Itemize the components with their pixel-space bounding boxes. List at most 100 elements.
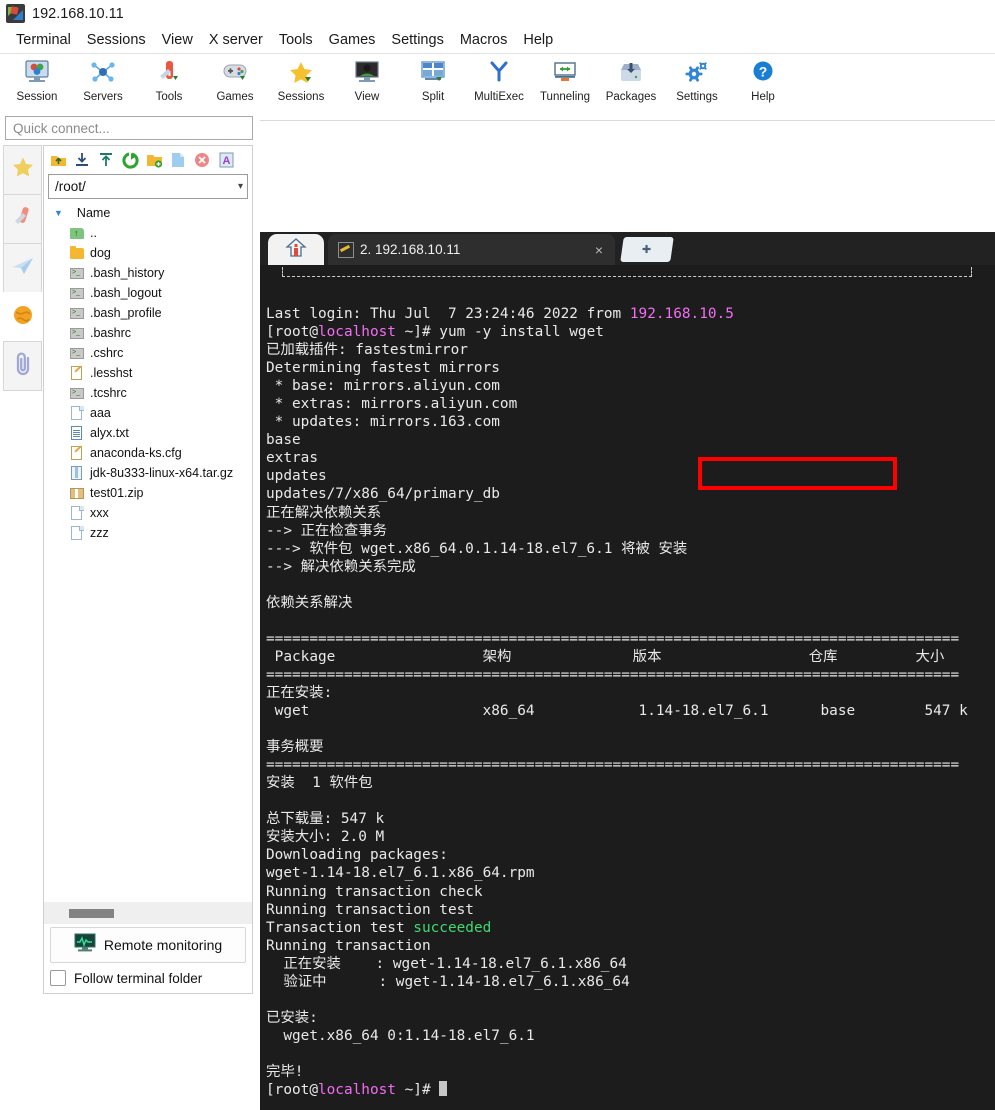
toolbar-sessions-button[interactable]: Sessions — [268, 58, 334, 103]
follow-terminal-folder-row[interactable]: Follow terminal folder — [44, 963, 252, 993]
toolbar-tools-button[interactable]: Tools — [136, 58, 202, 103]
help-icon: ? — [746, 58, 780, 88]
toolbar-multiexec-button[interactable]: MultiExec — [466, 58, 532, 103]
menu-view[interactable]: View — [154, 32, 201, 48]
toolbar-help-label: Help — [751, 91, 775, 103]
menu-sessions[interactable]: Sessions — [79, 32, 154, 48]
terminal-cursor — [439, 1081, 448, 1097]
file-row[interactable]: >_ .bash_logout — [44, 283, 252, 303]
new-file-icon[interactable] — [167, 149, 189, 171]
terminal-line: 总下载量: 547 k — [266, 810, 995, 828]
file-row[interactable]: >_ .bashrc — [44, 323, 252, 343]
side-tab-macros[interactable] — [3, 243, 42, 293]
terminal-line: Running transaction check — [266, 883, 995, 901]
menu-games[interactable]: Games — [321, 32, 384, 48]
file-row[interactable]: test01.zip — [44, 483, 252, 503]
side-tab-sessions[interactable] — [3, 145, 42, 195]
remote-monitoring-button[interactable]: Remote monitoring — [50, 927, 246, 963]
toolbar-view-button[interactable]: View — [334, 58, 400, 103]
file-row[interactable]: dog — [44, 243, 252, 263]
terminal-line: * base: mirrors.aliyun.com — [266, 377, 995, 395]
sort-arrow-icon: ▼ — [54, 208, 63, 218]
file-icon-up: ↑ — [70, 226, 85, 240]
chevron-down-icon[interactable]: ▾ — [238, 181, 243, 192]
terminal-line: wget.x86_64 0:1.14-18.el7_6.1 — [266, 1027, 995, 1045]
file-row[interactable]: jdk-8u333-linux-x64.tar.gz — [44, 463, 252, 483]
file-icon-folder — [70, 246, 85, 260]
download-icon[interactable] — [71, 149, 93, 171]
file-row[interactable]: >_ .bash_history — [44, 263, 252, 283]
terminal-line: --> 解决依赖关系完成 — [266, 558, 995, 576]
path-dropdown[interactable]: /root/ ▾ — [48, 174, 248, 199]
file-row[interactable]: alyx.txt — [44, 423, 252, 443]
file-row[interactable]: aaa — [44, 403, 252, 423]
tab-session-192-168-10-11[interactable]: 2. 192.168.10.11 × — [328, 234, 615, 265]
terminal-line: * extras: mirrors.aliyun.com — [266, 395, 995, 413]
terminal-text: 事务概要 — [266, 739, 324, 756]
follow-terminal-folder-checkbox[interactable] — [50, 970, 66, 986]
close-icon[interactable]: × — [595, 242, 603, 258]
file-name: .bashrc — [90, 326, 131, 340]
menu-terminal[interactable]: Terminal — [8, 32, 79, 48]
menu-settings[interactable]: Settings — [383, 32, 451, 48]
toolbar-session-label: Session — [16, 91, 58, 103]
terminal-text: [root@ — [266, 324, 318, 341]
file-row[interactable]: ↑.. — [44, 223, 252, 243]
file-name: test01.zip — [90, 486, 144, 500]
multiexec-icon — [482, 58, 516, 88]
file-list[interactable]: ▼ Name ↑.. dog >_ .bash_history >_ .bash_logo… — [44, 202, 252, 902]
menu-x-server[interactable]: X server — [201, 32, 271, 48]
left-pane: Quick connect... A /root/ ▾ ▼ Name ↑ .. … — [0, 116, 260, 994]
terminal-text: 已加载插件: fastestmirror — [266, 342, 468, 359]
file-row[interactable]: >_ .tcshrc — [44, 383, 252, 403]
tab-label: 2. 192.168.10.11 — [360, 242, 461, 257]
delete-icon[interactable] — [191, 149, 213, 171]
quick-connect-input[interactable]: Quick connect... — [5, 116, 253, 140]
toolbar-servers-button[interactable]: Servers — [70, 58, 136, 103]
file-row[interactable]: anaconda-ks.cfg — [44, 443, 252, 463]
terminal-text: 安装 1 软件包 — [266, 775, 373, 792]
toolbar-split-button[interactable]: Split — [400, 58, 466, 103]
home-tab[interactable] — [268, 234, 324, 265]
swiss-knife-icon — [11, 205, 35, 234]
refresh-icon[interactable] — [119, 149, 141, 171]
mobaxterm-window: 192.168.10.11 Terminal Sessions View X s… — [0, 0, 995, 1110]
toolbar-games-button[interactable]: Games — [202, 58, 268, 103]
file-row[interactable]: >_ .cshrc — [44, 343, 252, 363]
toolbar-settings-button[interactable]: Settings — [664, 58, 730, 103]
mobaxterm-logo-icon — [6, 4, 25, 23]
text-mode-icon[interactable]: A — [215, 149, 237, 171]
toolbar-tunneling-button[interactable]: Tunneling — [532, 58, 598, 103]
window-title: 192.168.10.11 — [32, 5, 124, 22]
file-row[interactable]: .lesshst — [44, 363, 252, 383]
file-name: jdk-8u333-linux-x64.tar.gz — [90, 466, 234, 480]
menu-macros[interactable]: Macros — [452, 32, 516, 48]
panel-splitter[interactable] — [44, 902, 252, 924]
side-tab-globe[interactable] — [3, 292, 42, 342]
file-list-header[interactable]: ▼ Name — [44, 203, 252, 223]
toolbar-help-button[interactable]: ? Help — [730, 58, 796, 103]
session-icon — [20, 58, 54, 88]
menu-help[interactable]: Help — [515, 32, 561, 48]
file-row[interactable]: >_ .bash_profile — [44, 303, 252, 323]
new-tab-button[interactable]: ✚ — [620, 237, 674, 262]
go-up-icon[interactable] — [47, 149, 69, 171]
monitor-icon — [350, 58, 384, 88]
terminal-text: 依赖关系解决 — [266, 594, 353, 611]
file-row[interactable]: xxx — [44, 503, 252, 523]
file-row[interactable]: zzz — [44, 523, 252, 543]
file-name: .lesshst — [90, 366, 133, 380]
toolbar-session-button[interactable]: Session — [4, 58, 70, 103]
side-tab-tools[interactable] — [3, 194, 42, 244]
terminal-screen[interactable]: Last login: Thu Jul 7 23:24:46 2022 from… — [260, 265, 995, 1110]
menu-tools[interactable]: Tools — [271, 32, 321, 48]
new-folder-icon[interactable] — [143, 149, 165, 171]
file-name: .cshrc — [90, 346, 124, 360]
terminal-text: 正在安装 : wget-1.14-18.el7_6.1.x86_64 — [266, 955, 627, 972]
toolbar-packages-button[interactable]: Packages — [598, 58, 664, 103]
side-tab-attachments[interactable] — [3, 341, 42, 391]
file-name: .bash_history — [90, 266, 165, 280]
upload-icon[interactable] — [95, 149, 117, 171]
